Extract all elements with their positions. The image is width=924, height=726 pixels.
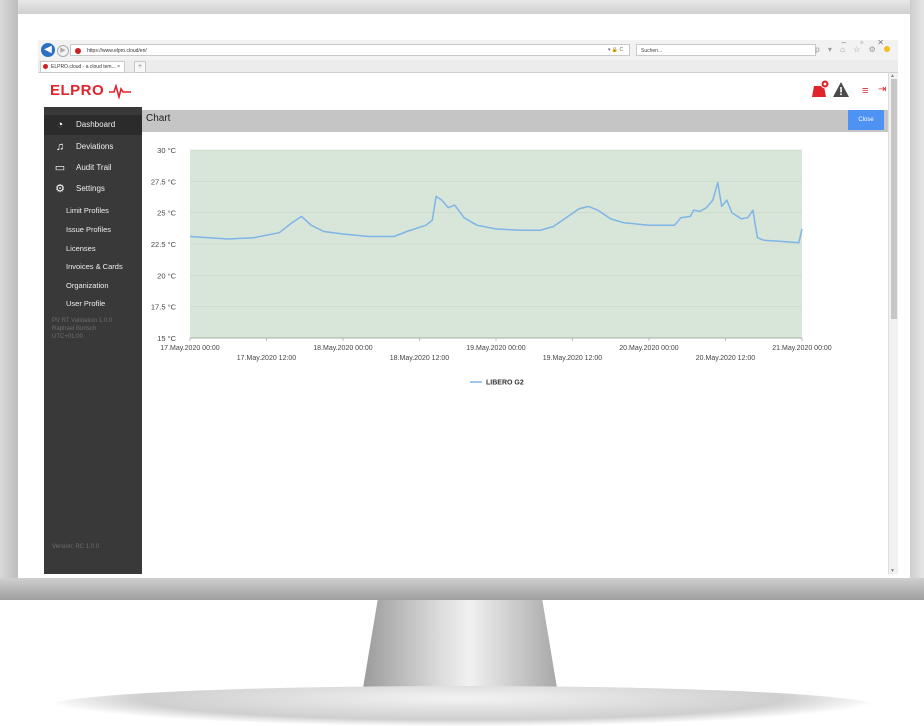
y-tick-label: 30 °C <box>157 146 176 155</box>
x-tick-label: 18.May.2020 12:00 <box>390 355 450 362</box>
heartbeat-icon <box>108 83 131 100</box>
warning-icon[interactable] <box>833 82 849 97</box>
monitor-foot <box>48 686 876 726</box>
monitor-bezel-left <box>0 0 18 600</box>
toolbar-icons-text[interactable]: ρ ▾ ⌂ ☆ ⚙ <box>815 45 879 54</box>
y-tick-label: 25 °C <box>157 209 176 218</box>
x-tick-label: 19.May.2020 12:00 <box>543 355 603 362</box>
sidebar-item-label: Deviations <box>76 142 114 151</box>
x-tick-label: 17.May.2020 12:00 <box>237 355 297 362</box>
scrollbar-thumb[interactable] <box>891 79 897 319</box>
sidebar-item-user-profile[interactable]: User Profile <box>66 298 105 310</box>
version-label: Version: RC 1.0.0 <box>52 544 100 550</box>
close-button[interactable]: Close <box>848 110 884 130</box>
sidebar-item-limit-profiles[interactable]: Limit Profiles <box>66 205 109 217</box>
sidebar-item-label: Audit Trail <box>76 163 112 172</box>
app-header: ELPRO ≡ ⇥ <box>38 73 898 107</box>
x-tick-label: 20.May.2020 00:00 <box>619 345 679 352</box>
temperature-chart: 15 °C 17.5 °C 20 °C 22.5 °C 25 °C 27.5 °C 30 °… <box>151 146 832 387</box>
menu-icon[interactable]: ≡ <box>862 85 868 97</box>
sidebar-item-label: Settings <box>76 184 105 193</box>
smiley-icon[interactable] <box>884 46 890 52</box>
forward-button[interactable]: ▶ <box>57 45 69 57</box>
y-tick-label: 27.5 °C <box>151 177 177 186</box>
audit-icon: ▭ <box>54 162 66 174</box>
sidebar-item-label: Dashboard <box>76 120 116 129</box>
sidebar: ◔ Dashboard ♫ Deviations ▭ Audit Trail ⚙… <box>44 107 142 574</box>
gear-icon: ⚙ <box>55 183 65 195</box>
sidebar-item-issue-profiles[interactable]: Issue Profiles <box>66 224 111 236</box>
monitor-bezel-bottom <box>0 578 924 600</box>
sidebar-item-organization[interactable]: Organization <box>66 280 109 292</box>
browser-tab[interactable]: ELPRO.cloud - a cloud tem... × <box>40 61 126 73</box>
x-tick-label: 18.May.2020 00:00 <box>313 345 373 352</box>
monitor-bezel-top <box>0 0 924 14</box>
sidebar-info-line: PV RT Validation 1.0.0 <box>52 318 113 324</box>
y-tick-label: 17.5 °C <box>151 303 177 312</box>
y-tick-label: 22.5 °C <box>151 240 177 249</box>
chart-panel-header: Chart Close <box>142 110 888 132</box>
browser-search-input[interactable]: Suchen... <box>636 44 816 56</box>
page-scrollbar[interactable]: ▲ ▼ <box>888 73 898 574</box>
monitor-bezel-right <box>910 0 924 600</box>
address-tools[interactable]: ▾ 🔒 C <box>608 44 623 56</box>
tab-title: ELPRO.cloud - a cloud tem... <box>51 64 116 70</box>
browser-toolbar: ◀ ▶ https://www.elpro.cloud/en/ ▾ 🔒 C Su… <box>38 40 898 61</box>
url-text: https://www.elpro.cloud/en/ <box>87 48 147 54</box>
x-tick-label: 20.May.2020 12:00 <box>696 355 756 362</box>
chart-panel-title: Chart <box>146 113 171 124</box>
y-tick-label: 15 °C <box>157 334 176 343</box>
back-button[interactable]: ◀ <box>41 43 55 57</box>
sidebar-info-line: Raphael Burtsch <box>52 326 97 332</box>
monitor-screen: ◀ ▶ https://www.elpro.cloud/en/ ▾ 🔒 C Su… <box>38 40 898 574</box>
scroll-down-icon[interactable]: ▼ <box>890 568 895 574</box>
dashboard-icon: ◔ <box>56 119 64 131</box>
legend-item-label: LIBERO G2 <box>486 380 524 387</box>
new-tab-button[interactable]: + <box>134 61 146 73</box>
sidebar-item-invoices-cards[interactable]: Invoices & Cards <box>66 261 123 273</box>
sidebar-item-dashboard[interactable]: ◔ Dashboard <box>44 115 142 135</box>
elpro-logo[interactable]: ELPRO <box>50 82 131 100</box>
monitor-stand <box>362 600 558 694</box>
bell-outline-icon: ♫ <box>55 141 65 153</box>
alarm-bell-icon[interactable] <box>810 80 830 100</box>
x-tick-label: 17.May.2020 00:00 <box>160 345 220 352</box>
sidebar-item-deviations[interactable]: ♫ Deviations <box>44 137 142 157</box>
y-tick-label: 20 °C <box>157 271 176 280</box>
x-tick-label: 21.May.2020 00:00 <box>772 345 832 352</box>
tab-strip: ELPRO.cloud - a cloud tem... × + <box>38 60 898 73</box>
sidebar-item-audit-trail[interactable]: ▭ Audit Trail <box>44 158 142 178</box>
x-tick-label: 19.May.2020 00:00 <box>466 345 526 352</box>
sidebar-item-licenses[interactable]: Licenses <box>66 243 96 255</box>
address-bar[interactable]: https://www.elpro.cloud/en/ <box>70 44 630 56</box>
sidebar-info-line: UTC+01:00 <box>52 334 83 340</box>
site-icon <box>75 48 81 54</box>
favicon-icon <box>43 64 48 69</box>
logo-text: ELPRO <box>50 82 105 99</box>
logout-icon[interactable]: ⇥ <box>878 84 886 95</box>
browser-toolbar-icons[interactable]: ρ ▾ ⌂ ☆ ⚙ <box>815 45 890 54</box>
sidebar-item-settings[interactable]: ⚙ Settings <box>44 179 142 199</box>
